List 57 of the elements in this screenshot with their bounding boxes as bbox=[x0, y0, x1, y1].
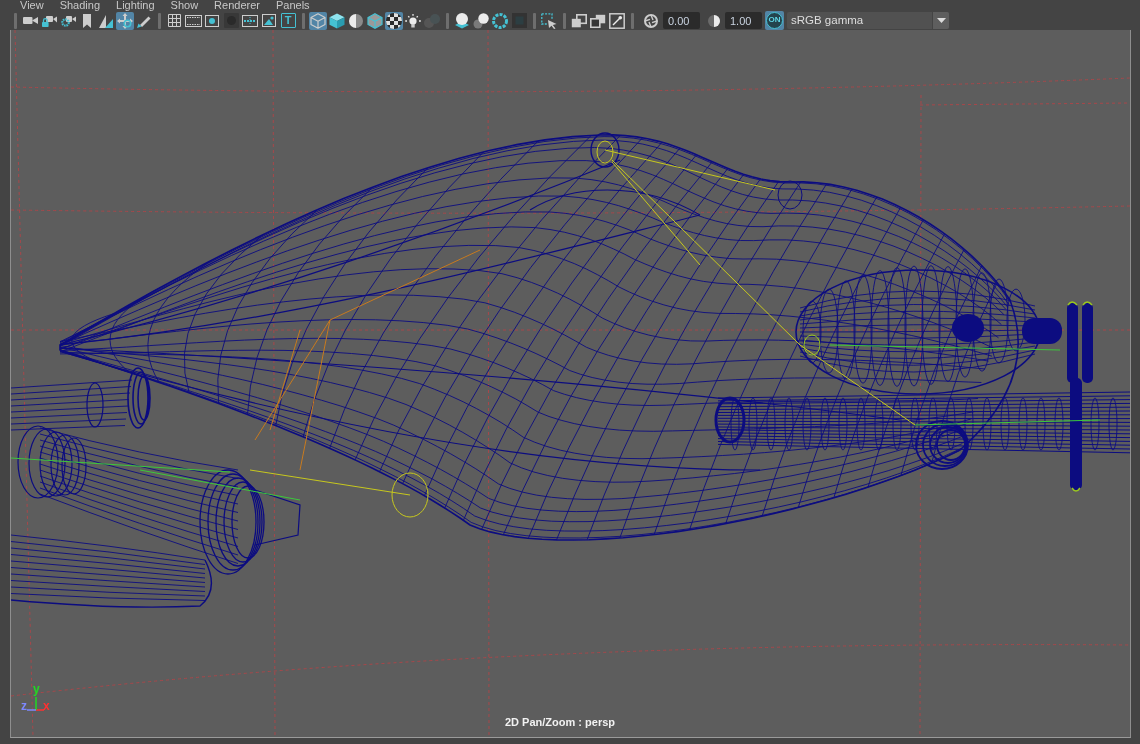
two-spheres-icon bbox=[473, 12, 489, 29]
framed-picture-icon bbox=[262, 14, 276, 27]
caret-icon bbox=[936, 18, 946, 23]
safe-action-button[interactable] bbox=[260, 11, 278, 30]
smooth-shade-button[interactable] bbox=[328, 11, 346, 30]
half-shaded-circle-icon bbox=[349, 13, 363, 28]
bookmark-icon bbox=[83, 13, 91, 28]
view-transform-dropdown[interactable]: sRGB gamma bbox=[787, 12, 949, 29]
menu-item[interactable]: Lighting bbox=[116, 0, 155, 11]
move-arrows-icon bbox=[117, 12, 133, 29]
half-circle-icon[interactable] bbox=[708, 14, 720, 27]
sphere-plane-icon bbox=[454, 12, 470, 29]
wireframe-cube-icon bbox=[310, 12, 326, 29]
camera-label: 2D Pan/Zoom : persp bbox=[505, 716, 615, 728]
color-management-button[interactable]: ON bbox=[765, 11, 784, 30]
triangles-icon bbox=[99, 13, 113, 28]
lights-button[interactable] bbox=[404, 11, 422, 30]
menu-item[interactable]: View bbox=[20, 0, 44, 11]
wireframe-button[interactable] bbox=[309, 11, 327, 30]
menu-item[interactable]: Renderer bbox=[214, 0, 260, 11]
grid-button[interactable] bbox=[165, 11, 183, 30]
wireframe-on-shaded-button[interactable] bbox=[366, 11, 384, 30]
aperture-icon[interactable] bbox=[644, 13, 658, 28]
camera-icon bbox=[22, 16, 38, 25]
menu-item[interactable]: Shading bbox=[59, 0, 101, 11]
x-ray-button[interactable] bbox=[570, 11, 588, 30]
two-spheres-button[interactable] bbox=[472, 11, 490, 30]
isolate-select-button[interactable] bbox=[540, 11, 558, 30]
axis-label: x bbox=[43, 700, 50, 712]
square-pin-icon bbox=[609, 12, 625, 29]
overlapping-squares-icon bbox=[590, 13, 606, 28]
light-bulb-icon bbox=[405, 13, 421, 28]
selection-cursor-icon bbox=[541, 12, 557, 29]
camera-lock-icon bbox=[41, 14, 57, 27]
dark-square-icon bbox=[511, 13, 527, 28]
axis-label: y bbox=[33, 683, 40, 695]
sphere-plane-button[interactable] bbox=[453, 11, 471, 30]
textured-button[interactable] bbox=[385, 11, 403, 30]
overlapping-squares-icon bbox=[571, 13, 587, 28]
camera-dotted-ring-icon bbox=[60, 14, 76, 27]
dotted-ring-button[interactable] bbox=[491, 11, 509, 30]
exposure-field[interactable]: 0.00 bbox=[663, 12, 700, 29]
menu-item[interactable]: Panels bbox=[275, 0, 310, 11]
dotted-frame-icon bbox=[242, 14, 258, 27]
gamma-field[interactable]: 1.00 bbox=[725, 12, 762, 29]
half-shaded-circle-button[interactable] bbox=[347, 11, 365, 30]
pan-zoom-button[interactable] bbox=[116, 11, 134, 30]
safe-title-button[interactable]: T bbox=[280, 13, 296, 28]
dotted-ring-icon bbox=[492, 12, 508, 29]
dark-circle-tile-icon bbox=[223, 13, 239, 28]
axis-gizmo-icon bbox=[27, 696, 45, 711]
grid-icon bbox=[167, 14, 181, 27]
shaded-cube-icon bbox=[329, 12, 345, 29]
x-ray-joints-button[interactable] bbox=[608, 11, 626, 30]
menu-item[interactable]: Show bbox=[170, 0, 199, 11]
film-strip-icon bbox=[184, 14, 202, 27]
axis-label: z bbox=[21, 700, 27, 712]
